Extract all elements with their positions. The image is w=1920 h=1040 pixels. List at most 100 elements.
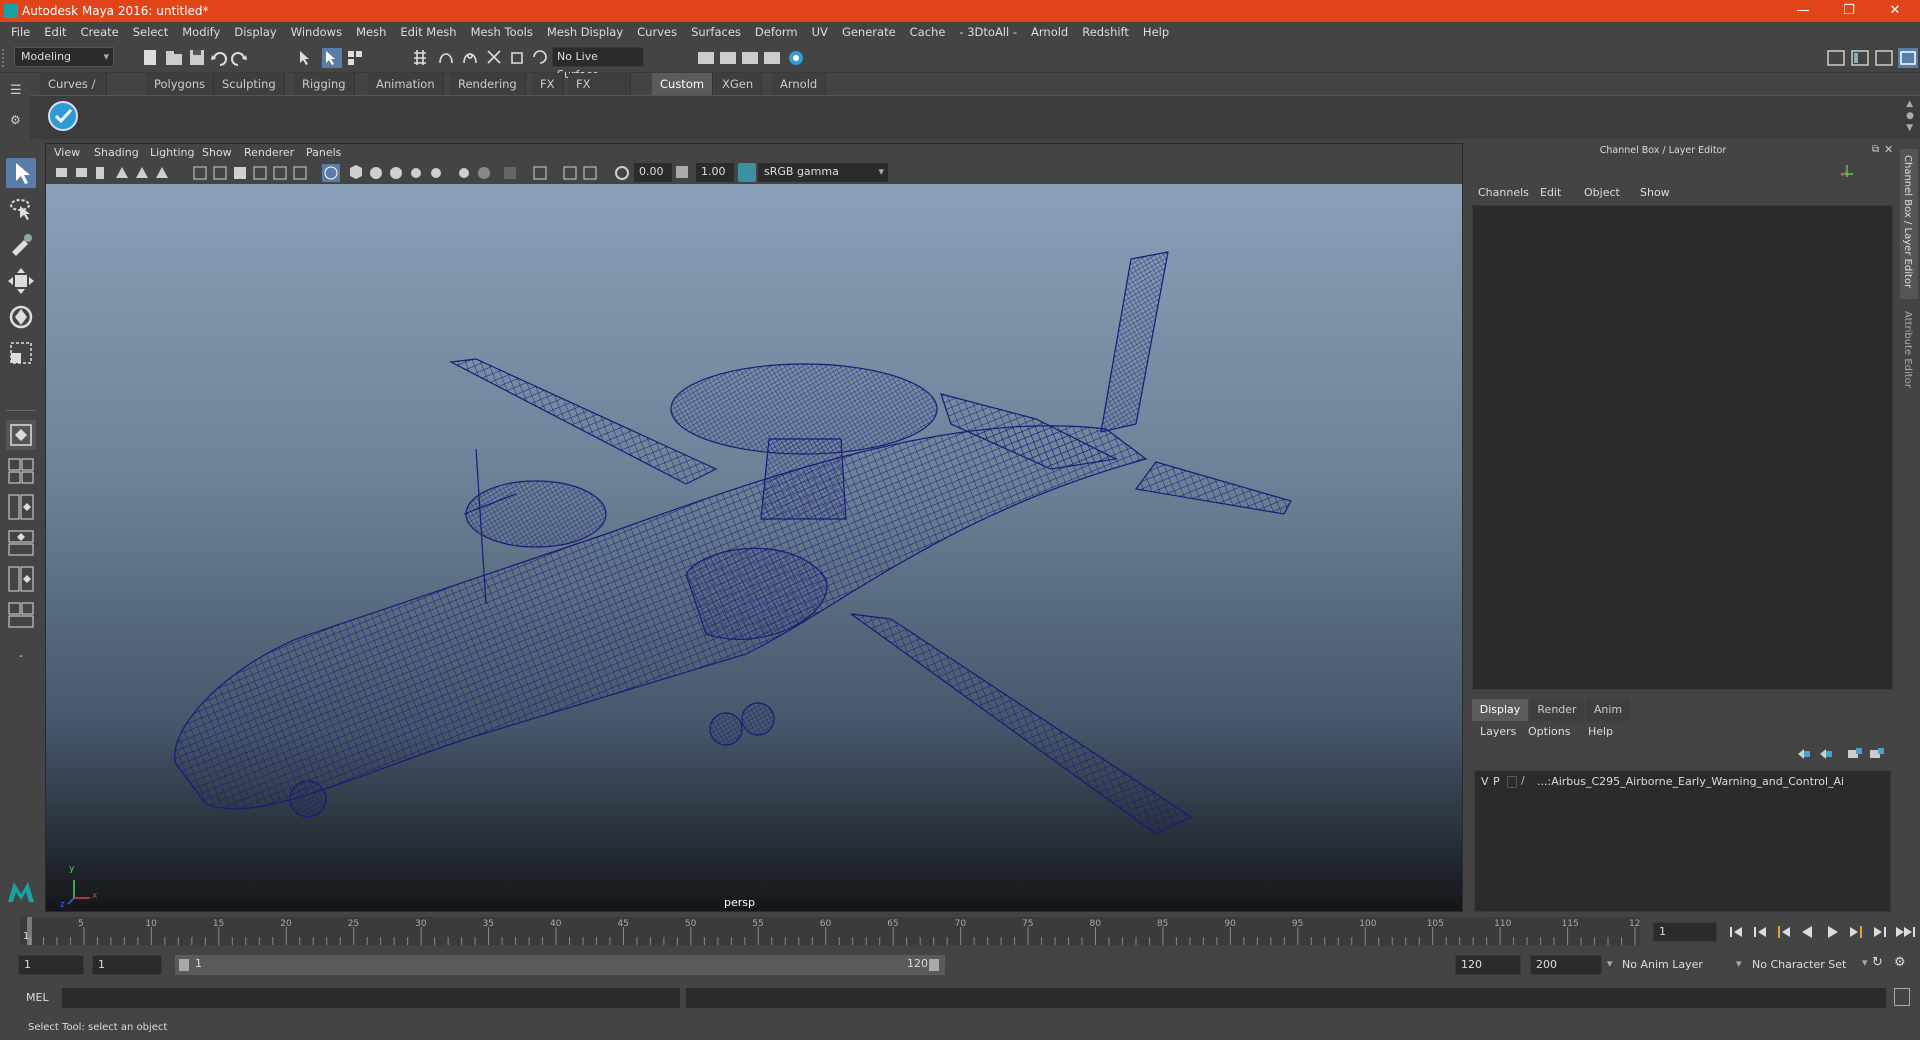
rotate-tool-icon[interactable] [6, 302, 36, 332]
statusline-grip[interactable] [2, 49, 6, 67]
float-icon[interactable]: ⧉ [1872, 144, 1879, 155]
menu-edit[interactable]: Edit [37, 22, 73, 43]
layer-tab-display[interactable]: Display [1472, 699, 1528, 721]
side-tab-attribute-editor[interactable]: Attribute Editor [1900, 305, 1918, 401]
menu-windows[interactable]: Windows [284, 22, 349, 43]
menu-generate[interactable]: Generate [835, 22, 903, 43]
channel-box-menu-channels[interactable]: Channels [1478, 186, 1529, 199]
menu-select[interactable]: Select [126, 22, 175, 43]
layer-color-icon[interactable]: / [1521, 774, 1525, 787]
menu-redshift[interactable]: Redshift [1075, 22, 1136, 43]
anim-prefs-icon[interactable]: ⚙ [1894, 955, 1906, 970]
mel-label[interactable]: MEL [26, 991, 49, 1004]
channel-box-menu-show[interactable]: Show [1640, 186, 1670, 199]
minimize-button[interactable]: — [1780, 0, 1826, 22]
current-frame-field[interactable]: 1 [1653, 922, 1717, 942]
menu-mesh-display[interactable]: Mesh Display [540, 22, 630, 43]
single-view-layout-icon[interactable] [6, 420, 36, 450]
script-editor-icon[interactable] [1894, 988, 1910, 1006]
layer-row[interactable]: V P ...:Airbus_C295_Airborne_Early_Warning… [1477, 773, 1888, 791]
shelf-tab-arnold[interactable]: Arnold [772, 73, 827, 95]
channel-box-menu-object[interactable]: Object [1584, 186, 1620, 199]
character-set-dropdown[interactable]: No Character Set [1752, 955, 1862, 975]
range-slider[interactable]: 1 120 [175, 955, 945, 975]
layer-visibility-toggle[interactable]: V [1481, 775, 1489, 788]
menu-3dtoall[interactable]: - 3DtoAll - [952, 22, 1024, 43]
gamma-field[interactable]: 1.00 [696, 163, 734, 182]
menu-surfaces[interactable]: Surfaces [684, 22, 748, 43]
command-input[interactable] [62, 988, 680, 1008]
layer-type-swatch[interactable] [1507, 776, 1517, 788]
menu-uv[interactable]: UV [805, 22, 835, 43]
custom-shelf-check-icon[interactable] [48, 101, 78, 131]
menu-modify[interactable]: Modify [175, 22, 227, 43]
shelf-scroll-arrows[interactable]: ▲ ● ▼ [1906, 98, 1914, 134]
layer-menu-help[interactable]: Help [1588, 725, 1613, 738]
playback-start-field[interactable]: 1 [92, 955, 162, 975]
select-tool-icon[interactable] [6, 158, 36, 188]
exposure-field[interactable]: 0.00 [634, 163, 672, 182]
workspace-layout-icons[interactable] [1820, 47, 1920, 69]
playback-end-field[interactable]: 120 [1455, 955, 1521, 975]
chevron-down-icon[interactable]: ▾ [1607, 957, 1613, 970]
panel-menu-panels[interactable]: Panels [306, 146, 341, 159]
selection-mode-icons[interactable] [296, 47, 376, 69]
snap-tools-icons[interactable] [410, 47, 550, 69]
layer-tab-anim[interactable]: Anim [1586, 699, 1630, 721]
graph-editor-layout-icon[interactable] [6, 528, 36, 558]
shelf-settings-icon[interactable]: ⚙ [10, 113, 21, 127]
shelf-menu-icon[interactable]: ☰ [10, 83, 22, 98]
chevron-down-icon[interactable]: ▾ [1862, 956, 1868, 969]
shelf-tab-animation[interactable]: Animation [368, 73, 444, 95]
color-space-dropdown[interactable]: sRGB gamma ▾ [758, 163, 888, 182]
scale-tool-icon[interactable] [6, 338, 36, 368]
channel-box-content[interactable] [1472, 205, 1893, 690]
file-tools-icons[interactable] [140, 47, 270, 69]
playback-controls[interactable] [1728, 923, 1918, 941]
toolbox-more-icon[interactable]: - [6, 642, 36, 672]
menu-create[interactable]: Create [74, 22, 126, 43]
panel-menu-shading[interactable]: Shading [94, 146, 139, 159]
3d-viewport[interactable]: y x z persp [46, 184, 1462, 911]
anim-layer-dropdown[interactable]: No Anim Layer [1622, 955, 1742, 975]
menu-mesh-tools[interactable]: Mesh Tools [464, 22, 540, 43]
channel-box-menu-edit[interactable]: Edit [1540, 186, 1561, 199]
side-tab-channel-box[interactable]: Channel Box / Layer Editor [1900, 149, 1918, 299]
restore-button[interactable]: ❐ [1826, 0, 1872, 22]
layer-playback-toggle[interactable]: P [1493, 775, 1500, 788]
range-start-handle[interactable] [179, 959, 189, 971]
paint-select-tool-icon[interactable] [6, 230, 36, 260]
shelf-tab-rigging[interactable]: Rigging [294, 73, 355, 95]
shelf-tab-xgen[interactable]: XGen [714, 73, 763, 95]
lasso-tool-icon[interactable] [6, 194, 36, 224]
current-frame-value[interactable]: 1 [1653, 922, 1717, 942]
panel-menu-show[interactable]: Show [202, 146, 232, 159]
close-button[interactable]: ✕ [1872, 0, 1918, 22]
shelf-tab-fx[interactable]: FX [532, 73, 564, 95]
panel-menu-lighting[interactable]: Lighting [150, 146, 194, 159]
color-management-icon[interactable] [738, 163, 756, 182]
menu-cache[interactable]: Cache [903, 22, 953, 43]
range-end-handle[interactable] [929, 959, 939, 971]
hypershade-layout-icon[interactable] [6, 564, 36, 594]
shelf-tab-fx-caching[interactable]: FX Caching [568, 73, 632, 113]
panel-menu-view[interactable]: View [54, 146, 80, 159]
menu-file[interactable]: File [4, 22, 37, 43]
persp-graph-layout-icon[interactable] [6, 600, 36, 630]
menu-edit-mesh[interactable]: Edit Mesh [393, 22, 463, 43]
time-slider[interactable]: 5 10 15 20 25 30 35 40 45 50 55 60 65 70 75 80 85 90 95 100… [20, 917, 1640, 945]
shelf-tab-sculpting[interactable]: Sculpting [214, 73, 285, 95]
shelf-tab-custom[interactable]: Custom [652, 73, 714, 95]
menu-mesh[interactable]: Mesh [349, 22, 393, 43]
four-view-layout-icon[interactable] [6, 456, 36, 486]
auto-key-icon[interactable]: ↻ [1872, 955, 1883, 970]
shelf-tab-rendering[interactable]: Rendering [450, 73, 526, 95]
channel-box-manipulator-icon[interactable] [1840, 164, 1854, 178]
layer-menu-layers[interactable]: Layers [1480, 725, 1516, 738]
menu-arnold[interactable]: Arnold [1024, 22, 1075, 43]
layer-menu-options[interactable]: Options [1528, 725, 1570, 738]
live-surface-field[interactable]: No Live Surface [552, 47, 644, 81]
start-time-field[interactable]: 1 [18, 955, 84, 975]
shelf-tab-polygons[interactable]: Polygons [146, 73, 215, 95]
layer-buttons-icons[interactable] [1796, 747, 1888, 761]
